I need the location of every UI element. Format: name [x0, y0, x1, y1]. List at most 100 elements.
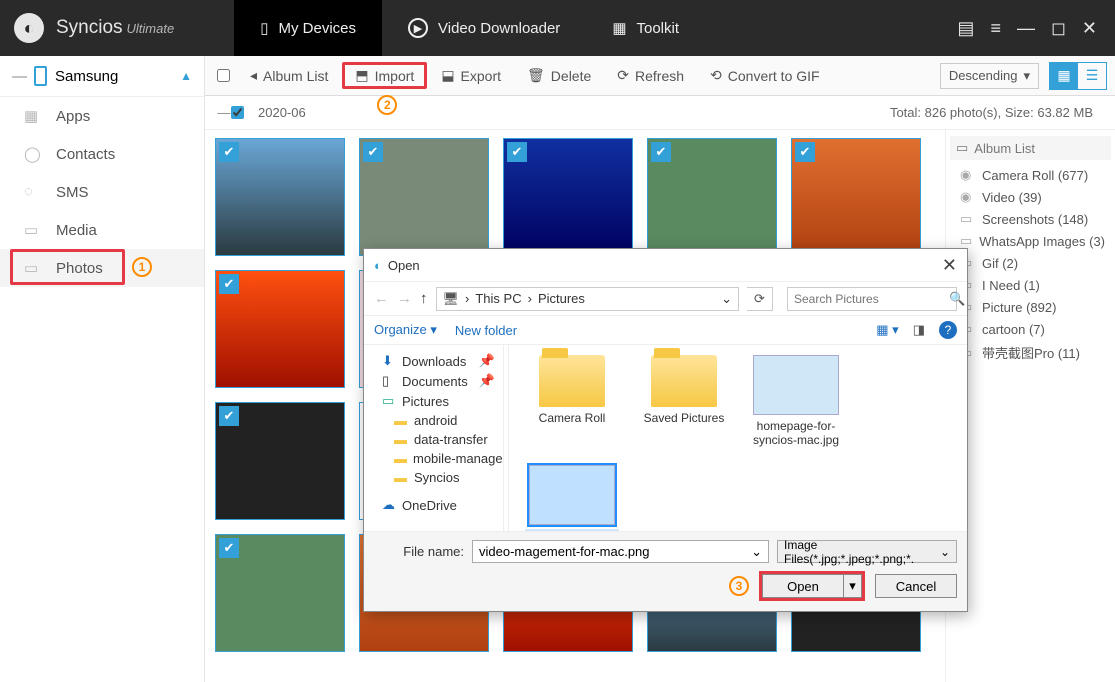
tab-video-downloader[interactable]: ▶ Video Downloader	[382, 0, 586, 56]
trash-icon: 🗑	[527, 67, 545, 84]
group-header: — 2020-06 Total: 826 photo(s), Size: 63.…	[205, 96, 1115, 130]
album-item[interactable]: ▭I Need (1)	[950, 274, 1111, 296]
tree-item[interactable]: ▬data-transfer	[368, 430, 499, 449]
file-name-input[interactable]: video-magement-for-mac.png⌄	[472, 540, 769, 563]
photo-thumbnail[interactable]	[359, 138, 489, 256]
back-album-list-button[interactable]: ◂Album List	[238, 61, 340, 90]
tab-my-devices[interactable]: ▯ My Devices	[234, 0, 382, 56]
tree-item[interactable]: ▯Documents📌	[368, 371, 499, 391]
sidebar: — Samsung ▲ ▦Apps ◯Contacts ◌SMS ▭Media …	[0, 56, 205, 682]
refresh-button[interactable]: ⟳Refresh	[605, 61, 696, 90]
new-folder-button[interactable]: New folder	[455, 323, 517, 338]
preview-pane-icon[interactable]: ◨	[913, 322, 925, 338]
maximize-icon[interactable]: ◻	[1051, 18, 1066, 39]
sort-dropdown[interactable]: Descending▾	[940, 63, 1039, 89]
album-item[interactable]: ▭带壳截图Pro (11)	[950, 340, 1111, 365]
photo-thumbnail[interactable]	[215, 402, 345, 520]
tree-item[interactable]: ▬mobile-manage	[368, 449, 499, 468]
tree-item[interactable]: ☁OneDrive	[368, 495, 499, 515]
album-item[interactable]: ▭WhatsApp Images (3)	[950, 230, 1111, 252]
folder-item[interactable]: Saved Pictures	[637, 355, 731, 447]
album-list-header: ▭Album List	[950, 136, 1111, 160]
group-checkbox[interactable]	[231, 106, 244, 119]
album-item[interactable]: ▭cartoon (7)	[950, 318, 1111, 340]
search-input[interactable]	[794, 292, 949, 306]
folder-icon: ▬	[394, 413, 408, 428]
app-title: SynciosUltimate	[56, 17, 174, 39]
up-icon[interactable]: ↑	[420, 290, 428, 307]
cancel-button[interactable]: Cancel	[875, 574, 957, 598]
pin-icon: 📌	[479, 373, 495, 389]
help-icon[interactable]: ?	[939, 321, 957, 339]
album-item[interactable]: ▭Gif (2)	[950, 252, 1111, 274]
photos-icon: ▭	[24, 259, 44, 277]
tree-item[interactable]: ▬Syncios	[368, 468, 499, 487]
tree-item[interactable]: ▬android	[368, 411, 499, 430]
download-icon: ⬇	[382, 353, 396, 369]
folder-icon: ▬	[394, 451, 407, 466]
open-dropdown[interactable]: ▾	[844, 574, 862, 598]
file-item[interactable]: video-magement-for-mac.png	[525, 465, 619, 531]
import-button[interactable]: ⬒Import 2	[342, 62, 427, 89]
sidebar-item-sms[interactable]: ◌SMS	[0, 173, 204, 211]
photo-thumbnail[interactable]	[503, 138, 633, 256]
sidebar-item-photos[interactable]: ▭ Photos 1	[0, 249, 204, 287]
tree-item[interactable]: ▭Pictures	[368, 391, 499, 411]
collapse-icon[interactable]: —	[217, 105, 231, 120]
search-field[interactable]: 🔍	[787, 287, 957, 311]
export-icon: ⬓	[441, 67, 454, 84]
photo-thumbnail[interactable]	[647, 138, 777, 256]
file-item[interactable]: homepage-for-syncios-mac.jpg	[749, 355, 843, 447]
sidebar-item-media[interactable]: ▭Media	[0, 211, 204, 249]
photo-thumbnail[interactable]	[791, 138, 921, 256]
grid-view-button[interactable]: ▦	[1050, 63, 1078, 89]
select-all-checkbox[interactable]	[217, 69, 230, 82]
folder-icon: ▬	[394, 470, 408, 485]
breadcrumb-path[interactable]: 🖥 › This PC › Pictures ⌄	[436, 287, 740, 311]
close-icon[interactable]: ✕	[942, 255, 957, 276]
forward-icon[interactable]: →	[397, 290, 412, 307]
organize-dropdown[interactable]: Organize ▾	[374, 322, 437, 338]
photo-thumbnail[interactable]	[215, 138, 345, 256]
export-button[interactable]: ⬓Export	[429, 61, 513, 90]
image-icon: ▭	[960, 233, 973, 249]
tab-toolkit[interactable]: ▦ Toolkit	[586, 0, 705, 56]
list-view-button[interactable]: ☰	[1078, 63, 1106, 89]
photo-thumbnail[interactable]	[215, 534, 345, 652]
convert-icon: ⟲	[710, 67, 722, 84]
chevron-down-icon[interactable]: ⌄	[721, 291, 732, 307]
album-item[interactable]: ◉Camera Roll (677)	[950, 164, 1111, 186]
phone-icon: ▯	[260, 19, 268, 37]
refresh-icon[interactable]: ⟳	[747, 287, 773, 311]
view-dropdown[interactable]: ▦ ▾	[876, 322, 898, 338]
photo-thumbnail[interactable]	[215, 270, 345, 388]
album-item[interactable]: ◉Video (39)	[950, 186, 1111, 208]
image-thumb-icon	[529, 465, 615, 525]
album-item[interactable]: ▭Screenshots (148)	[950, 208, 1111, 230]
dialog-title: Open	[388, 258, 420, 273]
tree-item[interactable]: ⬇Downloads📌	[368, 351, 499, 371]
sidebar-item-contacts[interactable]: ◯Contacts	[0, 135, 204, 173]
open-button[interactable]: Open	[762, 574, 844, 598]
device-selector[interactable]: — Samsung ▲	[0, 56, 204, 97]
sidebar-item-apps[interactable]: ▦Apps	[0, 97, 204, 135]
app-logo-icon: ◐	[14, 13, 44, 43]
delete-button[interactable]: 🗑Delete	[515, 61, 603, 90]
minimize-icon[interactable]: —	[1017, 18, 1035, 39]
close-icon[interactable]: ✕	[1082, 18, 1097, 39]
dialog-titlebar: ◐ Open ✕	[364, 249, 967, 281]
folder-item[interactable]: Camera Roll	[525, 355, 619, 447]
file-type-filter[interactable]: Image Files(*.jpg;*.jpeg;*.png;*. ⌄	[777, 540, 957, 563]
feedback-icon[interactable]: ▤	[957, 18, 974, 39]
dialog-body: ⬇Downloads📌 ▯Documents📌 ▭Pictures ▬andro…	[364, 345, 967, 531]
convert-gif-button[interactable]: ⟲Convert to GIF	[698, 61, 832, 90]
highlight-box: Open ▾	[759, 571, 865, 601]
app-icon: ◐	[374, 258, 382, 273]
back-icon[interactable]: ←	[374, 290, 389, 307]
folder-icon	[651, 355, 717, 407]
album-item[interactable]: ▭Picture (892)	[950, 296, 1111, 318]
search-icon: 🔍	[949, 291, 965, 307]
phone-icon	[34, 66, 47, 86]
menu-icon[interactable]: ≡	[990, 18, 1001, 39]
step-badge-1: 1	[132, 257, 152, 277]
